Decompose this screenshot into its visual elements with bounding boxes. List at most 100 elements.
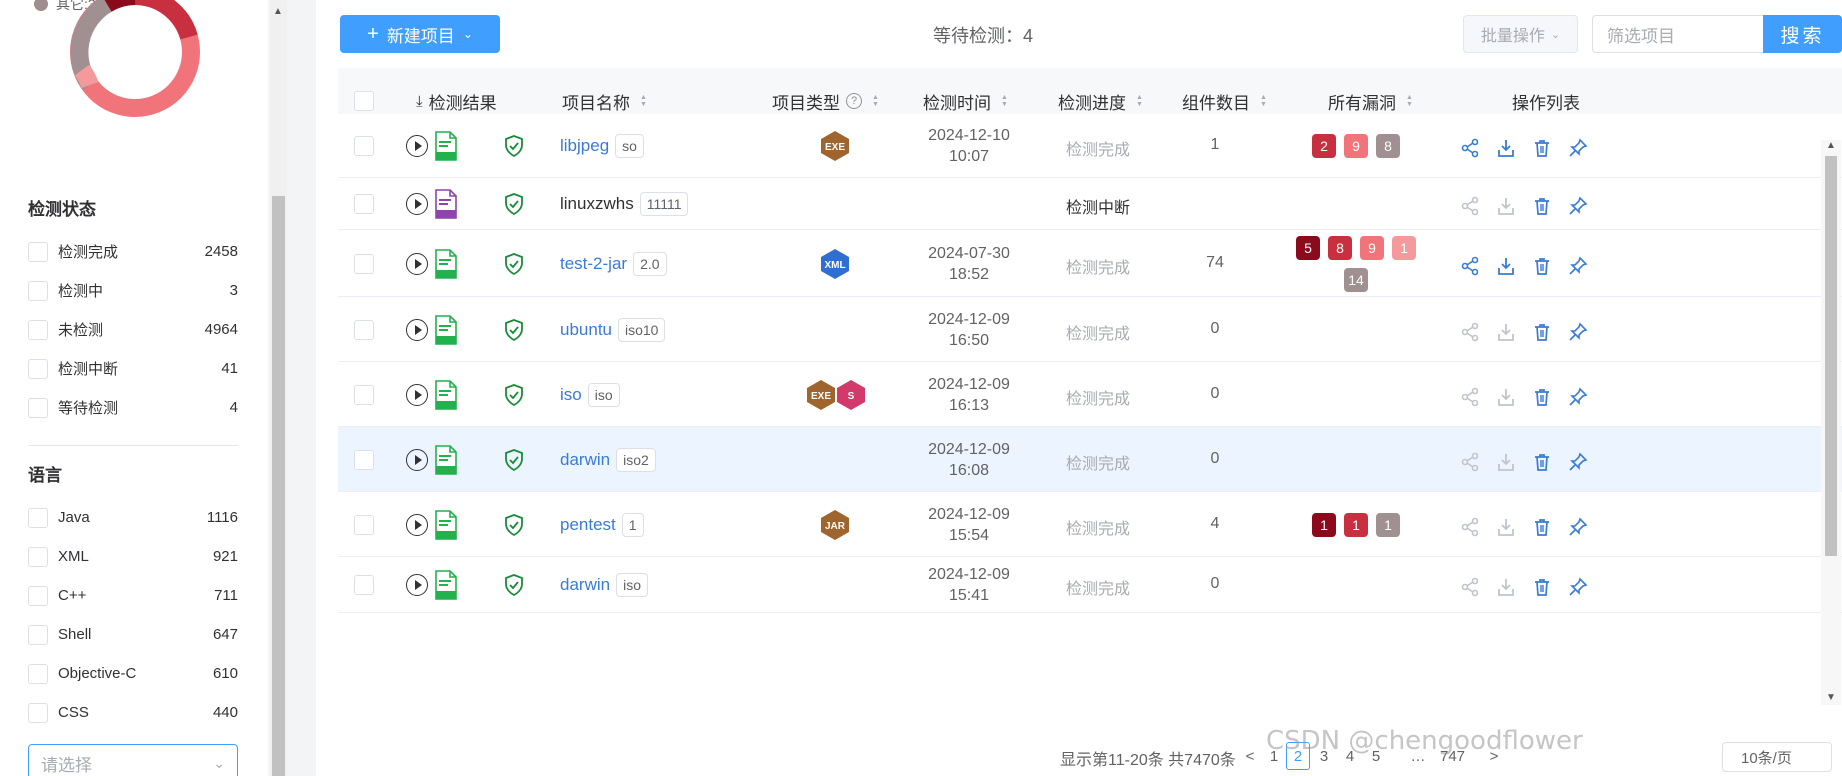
search-button[interactable]: 搜索 [1763,15,1842,53]
row-checkbox[interactable] [354,449,374,470]
share-icon[interactable] [1460,387,1480,407]
checkbox[interactable] [28,241,48,262]
pin-icon[interactable] [1568,322,1588,342]
download-icon[interactable] [1496,517,1516,537]
checkbox[interactable] [28,663,48,684]
filter-input[interactable]: 筛选项目 [1592,15,1764,53]
vuln-badge[interactable]: 1 [1392,235,1416,260]
vuln-badge[interactable]: 9 [1360,235,1384,260]
page-size-select[interactable]: 10条/页 [1722,742,1832,772]
row-checkbox-cell[interactable] [354,136,374,156]
share-icon[interactable] [1460,138,1480,158]
language-filter-item[interactable]: Java 1116 [28,498,238,537]
row-checkbox-cell[interactable] [354,253,374,274]
project-name-link[interactable]: test-2-jar [560,254,627,274]
download-icon[interactable] [1496,577,1516,597]
new-project-button[interactable]: + 新建项目 ⌄ [340,15,500,53]
language-filter-item[interactable]: Objective-C 610 [28,654,238,693]
table-row[interactable]: iso iso EXE S 2024-12-09 16:13 检测完成 0 [338,362,1842,427]
table-row[interactable]: ubuntu iso10 2024-12-09 16:50 检测完成 0 [338,297,1842,362]
vuln-badge[interactable]: 1 [1376,512,1400,537]
vuln-badge[interactable]: 8 [1328,235,1352,260]
help-icon[interactable]: ? [846,93,862,109]
table-row[interactable]: test-2-jar 2.0 XML 2024-07-30 18:52 检测完成 74 5 8 9… [338,230,1842,297]
sort-icon[interactable]: ▲ ▼ [1136,94,1143,108]
status-filter-item[interactable]: 检测完成 2458 [28,232,238,271]
prev-page-icon[interactable]: < [1238,742,1262,770]
checkbox[interactable] [28,358,48,379]
table-scrollbar[interactable]: ▲ ▼ [1821,140,1841,705]
language-filter-item[interactable]: C++ 711 [28,576,238,615]
vuln-badge[interactable]: 5 [1296,235,1320,260]
checkbox[interactable] [28,280,48,301]
vuln-badge[interactable]: 1 [1344,512,1368,537]
play-icon[interactable] [406,513,428,536]
pin-icon[interactable] [1568,577,1588,597]
scroll-up-icon[interactable]: ▲ [1826,140,1836,151]
play-icon[interactable] [406,574,428,596]
share-icon[interactable] [1460,452,1480,472]
project-name-link[interactable]: libjpeg [560,136,609,156]
vuln-badge[interactable]: 9 [1344,134,1368,158]
checkbox[interactable] [28,319,48,340]
play-icon[interactable] [406,318,428,341]
scrollbar-thumb[interactable] [272,196,285,776]
row-checkbox-cell[interactable] [354,514,374,535]
status-filter-item[interactable]: 检测中 3 [28,271,238,310]
project-name-link[interactable]: iso [560,385,582,405]
project-name-link[interactable]: darwin [560,575,610,595]
row-checkbox-cell[interactable] [354,319,374,340]
row-checkbox-cell[interactable] [354,575,374,595]
vuln-badge[interactable]: 1 [1312,512,1336,537]
table-row[interactable]: libjpeg so EXE 2024-12-10 10:07 检测完成 1 2 9 8 [338,114,1842,178]
download-icon[interactable] [1496,196,1516,216]
trash-icon[interactable] [1532,577,1552,597]
row-checkbox[interactable] [354,194,374,214]
pin-icon[interactable] [1568,452,1588,472]
sort-icon[interactable]: ▲ ▼ [872,94,879,108]
checkbox[interactable] [28,546,48,567]
download-icon[interactable] [1496,452,1516,472]
checkbox[interactable] [28,702,48,723]
checkbox[interactable] [28,397,48,418]
download-icon[interactable] [1496,138,1516,158]
sort-icon[interactable]: ▲ ▼ [640,94,647,108]
project-name-link[interactable]: linuxzwhs [560,194,634,214]
project-name-link[interactable]: pentest [560,515,616,535]
project-name-link[interactable]: ubuntu [560,320,612,340]
scroll-up-icon[interactable]: ▲ [273,6,283,17]
vuln-badge[interactable]: 2 [1312,134,1336,158]
row-checkbox-cell[interactable] [354,194,374,214]
checkbox[interactable] [28,585,48,606]
trash-icon[interactable] [1532,452,1552,472]
language-filter-item[interactable]: Shell 647 [28,615,238,654]
vuln-badge[interactable]: 8 [1376,134,1400,158]
status-filter-item[interactable]: 未检测 4964 [28,310,238,349]
trash-icon[interactable] [1532,387,1552,407]
share-icon[interactable] [1460,577,1480,597]
play-icon[interactable] [406,193,428,215]
status-filter-item[interactable]: 等待检测 4 [28,388,238,427]
table-row[interactable]: pentest 1 JAR 2024-12-09 15:54 检测完成 4 1 1 1 [338,492,1842,557]
batch-actions-button[interactable]: 批量操作 ⌄ [1463,15,1578,53]
trash-icon[interactable] [1532,517,1552,537]
row-checkbox[interactable] [354,253,374,274]
row-checkbox[interactable] [354,514,374,535]
pin-icon[interactable] [1568,517,1588,537]
sort-icon[interactable]: ▲ ▼ [1001,94,1008,108]
table-row[interactable]: darwin iso 2024-12-09 15:41 检测完成 0 [338,557,1842,613]
download-icon[interactable] [1496,387,1516,407]
status-filter-item[interactable]: 检测中断 41 [28,349,238,388]
language-select[interactable]: 请选择 ⌄ [28,744,238,776]
play-icon[interactable] [406,135,428,157]
table-row[interactable]: darwin iso2 2024-12-09 16:08 检测完成 0 [338,427,1842,492]
pin-icon[interactable] [1568,256,1588,276]
trash-icon[interactable] [1532,138,1552,158]
language-filter-item[interactable]: CSS 440 [28,693,238,732]
project-name-link[interactable]: darwin [560,450,610,470]
checkbox[interactable] [28,507,48,528]
select-all-checkbox[interactable] [354,91,374,111]
scrollbar-thumb[interactable] [1825,156,1837,556]
vuln-badge[interactable]: 14 [1344,267,1368,292]
row-checkbox[interactable] [354,136,374,156]
